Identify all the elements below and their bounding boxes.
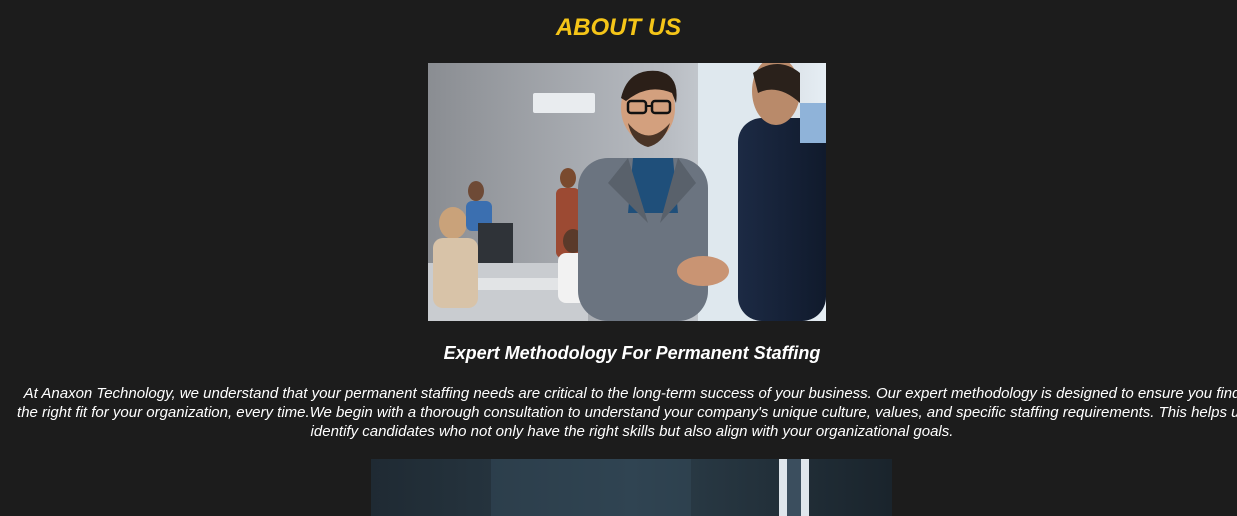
- second-photo: [371, 459, 892, 516]
- section-paragraph: At Anaxon Technology, we understand that…: [17, 385, 1237, 440]
- handshake-photo: [428, 63, 826, 321]
- section-heading: Expert Methodology For Permanent Staffin…: [443, 343, 821, 363]
- page-title: ABOUT US: [555, 14, 682, 41]
- section-paragraph-container: At Anaxon Technology, we understand that…: [0, 384, 1237, 444]
